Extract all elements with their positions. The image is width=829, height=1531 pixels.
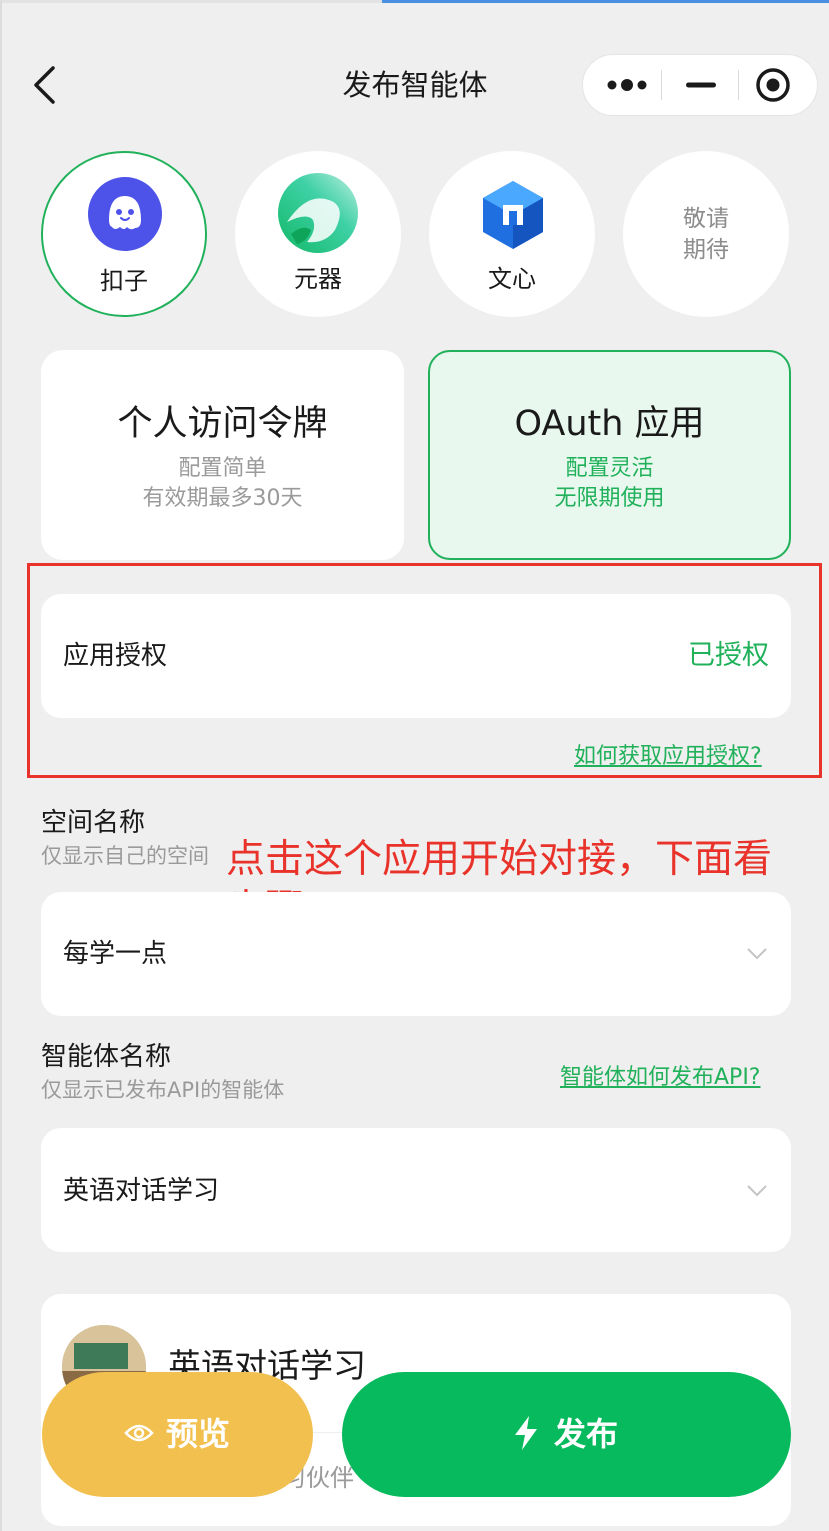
card-subtitle: 无限期使用 xyxy=(554,486,665,511)
platform-coze[interactable]: 扣子 xyxy=(41,151,207,317)
space-section-subtitle: 仅显示自己的空间 xyxy=(41,844,209,868)
wenxin-cube-icon xyxy=(483,181,543,249)
eye-icon xyxy=(124,1424,154,1442)
agent-section-subtitle: 仅显示已发布API的智能体 xyxy=(41,1078,285,1102)
page-title: 发布智能体 xyxy=(342,68,488,102)
chevron-down-icon xyxy=(747,1185,767,1197)
back-button[interactable] xyxy=(22,60,72,110)
agent-select-value: 英语对话学习 xyxy=(63,1176,220,1206)
card-subtitle: 有效期最多30天 xyxy=(142,486,303,511)
yuanqi-logo-icon xyxy=(278,173,358,253)
target-close-icon xyxy=(756,68,790,102)
agent-section-title: 智能体名称 xyxy=(41,1042,172,1072)
window-focus-edge xyxy=(382,0,829,3)
platform-wenxin[interactable]: 文心 xyxy=(429,151,595,317)
minus-icon xyxy=(686,82,716,88)
card-subtitle: 配置简单 xyxy=(178,456,267,481)
platform-yuanqi[interactable]: 元器 xyxy=(235,151,401,317)
more-dots-icon xyxy=(607,79,647,91)
agent-publish-api-help-link[interactable]: 智能体如何发布API? xyxy=(560,1064,760,1092)
chevron-down-icon xyxy=(747,948,767,960)
window-left-edge xyxy=(0,0,2,1531)
card-title: OAuth 应用 xyxy=(514,404,705,444)
preview-button-label: 预览 xyxy=(166,1415,231,1453)
annotation-line: 点击这个应用开始对接，下面看 xyxy=(226,837,773,882)
lightning-icon xyxy=(515,1416,537,1450)
space-section-title: 空间名称 xyxy=(41,808,146,838)
coming-soon-line: 敬请 xyxy=(683,206,729,232)
minimize-button[interactable] xyxy=(672,66,730,104)
auth-type-personal-token[interactable]: 个人访问令牌 配置简单 有效期最多30天 xyxy=(41,350,404,560)
agent-select[interactable]: 英语对话学习 xyxy=(41,1128,791,1252)
preview-button[interactable]: 预览 xyxy=(42,1372,313,1497)
space-select[interactable]: 每学一点 xyxy=(41,892,791,1016)
capsule-divider xyxy=(738,70,739,100)
more-button[interactable] xyxy=(600,66,655,104)
card-subtitle: 配置灵活 xyxy=(565,456,654,481)
coming-soon-line: 期待 xyxy=(683,237,729,263)
annotation-highlight-box xyxy=(27,563,822,778)
capsule-divider xyxy=(661,70,662,100)
platform-label: 扣子 xyxy=(100,267,148,295)
platform-label: 元器 xyxy=(294,265,342,293)
publish-button[interactable]: 发布 xyxy=(342,1372,791,1497)
platform-coming-soon: 敬请 期待 xyxy=(623,151,789,317)
publish-button-label: 发布 xyxy=(554,1415,619,1453)
space-select-value: 每学一点 xyxy=(63,939,168,969)
auth-type-oauth[interactable]: OAuth 应用 配置灵活 无限期使用 xyxy=(428,350,791,560)
chevron-left-icon xyxy=(34,66,55,104)
platform-label: 文心 xyxy=(488,265,536,293)
close-miniprogram-button[interactable] xyxy=(748,62,798,108)
coze-ghost-icon xyxy=(88,177,162,251)
card-title: 个人访问令牌 xyxy=(117,404,328,444)
